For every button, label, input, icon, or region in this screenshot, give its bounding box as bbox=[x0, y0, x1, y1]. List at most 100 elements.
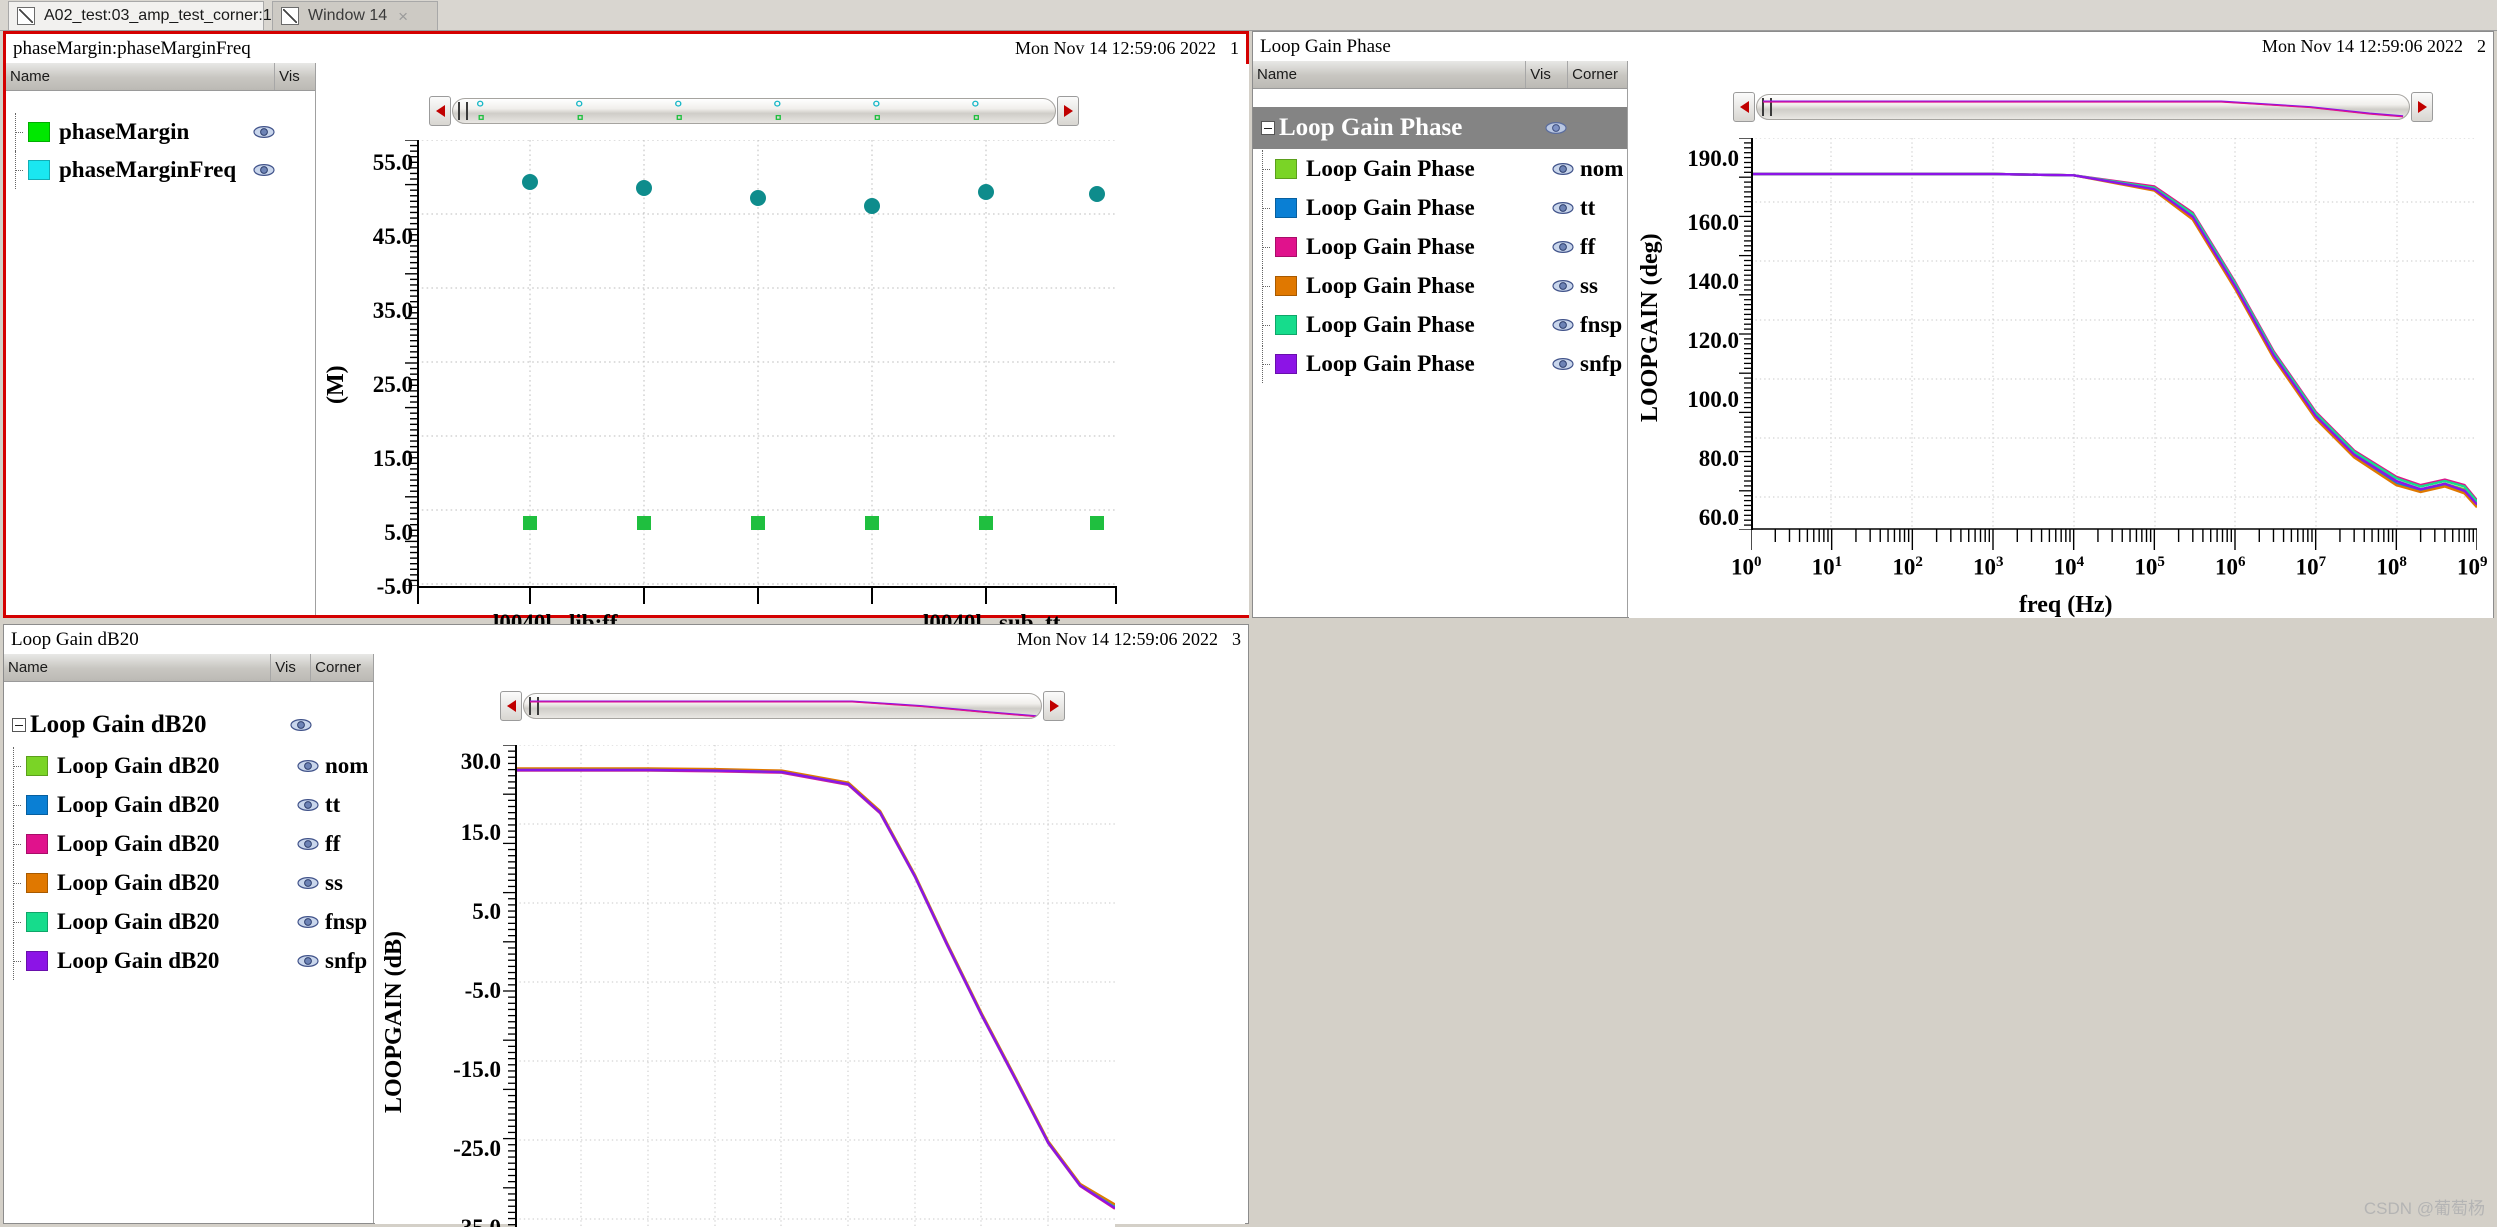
eye-icon[interactable] bbox=[295, 876, 321, 890]
panel-phase-margin[interactable]: phaseMargin:phaseMarginFreq Mon Nov 14 1… bbox=[3, 31, 1249, 666]
panel-title-bar: Loop Gain dB20 Mon Nov 14 12:59:06 2022 … bbox=[4, 625, 1248, 654]
color-swatch[interactable] bbox=[26, 950, 48, 971]
column-header-name[interactable]: Name bbox=[6, 63, 276, 90]
series-name: phaseMargin bbox=[59, 119, 190, 144]
column-header-corner[interactable]: Corner bbox=[311, 654, 373, 681]
column-header-corner[interactable]: Corner bbox=[1568, 61, 1627, 88]
eye-icon[interactable] bbox=[295, 759, 321, 773]
legend-row-fnsp[interactable]: Loop Gain dB20 fnsp bbox=[4, 902, 373, 941]
x-tick-label: 106 bbox=[2215, 554, 2246, 580]
tab-label: Window 14 bbox=[308, 7, 388, 24]
color-swatch[interactable] bbox=[1275, 158, 1297, 179]
scroll-track[interactable] bbox=[1756, 94, 2410, 120]
legend-row-snfp[interactable]: Loop Gain dB20 snfp bbox=[4, 941, 373, 980]
scroll-right-button[interactable] bbox=[1043, 691, 1065, 721]
color-swatch[interactable] bbox=[26, 794, 48, 815]
scroll-left-button[interactable] bbox=[1733, 92, 1755, 122]
corner-label: nom bbox=[325, 752, 369, 778]
column-header-vis[interactable]: Vis bbox=[271, 654, 312, 681]
legend-row-tt[interactable]: Loop Gain dB20 tt bbox=[4, 785, 373, 824]
close-icon[interactable]: × bbox=[396, 8, 408, 25]
eye-icon[interactable] bbox=[295, 798, 321, 812]
legend-row-nom[interactable]: Loop Gain Phase nom bbox=[1253, 149, 1627, 188]
legend-row-fnsp[interactable]: Loop Gain Phase fnsp bbox=[1253, 305, 1627, 344]
plot-area-loop-gain-phase[interactable]: 190.0 160.0 140.0 120.0 100.0 80.0 60.0 … bbox=[1629, 62, 2493, 618]
color-swatch[interactable] bbox=[1275, 236, 1297, 257]
panel-timestamp: Mon Nov 14 12:59:06 2022 bbox=[2261, 36, 2463, 56]
legend-panel[interactable]: Name Vis Corner Loop Gain dB20 Loop Gain… bbox=[4, 654, 374, 1223]
eye-icon[interactable] bbox=[1550, 201, 1576, 215]
color-swatch[interactable] bbox=[28, 122, 50, 142]
color-swatch[interactable] bbox=[1275, 353, 1297, 374]
legend-row-snfp[interactable]: Loop Gain Phase snfp bbox=[1253, 344, 1627, 383]
color-swatch[interactable] bbox=[1275, 275, 1297, 296]
x-axis-ticks bbox=[1751, 528, 2477, 550]
eye-icon[interactable] bbox=[1550, 318, 1576, 332]
legend-row-nom[interactable]: Loop Gain dB20 nom bbox=[4, 746, 373, 785]
legend-row-ss[interactable]: Loop Gain dB20 ss bbox=[4, 863, 373, 902]
scroll-track[interactable] bbox=[523, 693, 1042, 719]
eye-icon[interactable] bbox=[295, 915, 321, 929]
left-arrow-icon bbox=[1739, 101, 1749, 113]
horizontal-scrollbar[interactable] bbox=[500, 691, 1065, 721]
plot-area-loop-gain-db20[interactable]: 30.0 15.0 5.0 -5.0 -15.0 -25.0 -35.0 LOO… bbox=[375, 655, 1245, 1227]
scroll-left-button[interactable] bbox=[429, 96, 451, 126]
legend-panel[interactable]: Name Vis phaseMargin phaseMarginFreq bbox=[6, 63, 316, 615]
scroll-left-button[interactable] bbox=[500, 691, 522, 721]
color-swatch[interactable] bbox=[1275, 314, 1297, 335]
panel-timestamp: Mon Nov 14 12:59:06 2022 bbox=[1016, 629, 1218, 649]
horizontal-scrollbar[interactable] bbox=[1733, 92, 2433, 122]
eye-icon[interactable] bbox=[288, 718, 314, 732]
legend-group-row[interactable]: Loop Gain Phase bbox=[1253, 107, 1627, 149]
color-swatch[interactable] bbox=[26, 872, 48, 893]
x-tick-label: 104 bbox=[2053, 554, 2085, 580]
eye-icon[interactable] bbox=[1550, 357, 1576, 371]
column-header-vis[interactable]: Vis bbox=[275, 63, 315, 90]
plot-area-phase-margin[interactable]: 55.0 45.0 35.0 25.0 15.0 5.0 -5.0 (M) l0… bbox=[317, 64, 1249, 666]
color-swatch[interactable] bbox=[26, 911, 48, 932]
eye-icon[interactable] bbox=[1550, 279, 1576, 293]
panel-number: 1 bbox=[1230, 38, 1239, 58]
scroll-thumbnail-markers bbox=[476, 100, 979, 120]
legend-header: Name Vis Corner bbox=[1253, 61, 1627, 89]
eye-icon[interactable] bbox=[1550, 162, 1576, 176]
eye-icon[interactable] bbox=[1550, 240, 1576, 254]
scroll-right-button[interactable] bbox=[2411, 92, 2433, 122]
color-swatch[interactable] bbox=[1275, 197, 1297, 218]
column-header-vis[interactable]: Vis bbox=[1526, 61, 1569, 88]
legend-row-ff[interactable]: Loop Gain Phase ff bbox=[1253, 227, 1627, 266]
panel-loop-gain-db20[interactable]: Loop Gain dB20 Mon Nov 14 12:59:06 2022 … bbox=[3, 624, 1249, 1227]
color-swatch[interactable] bbox=[26, 755, 48, 776]
legend-row-ss[interactable]: Loop Gain Phase ss bbox=[1253, 266, 1627, 305]
legend-row-phase-margin[interactable]: phaseMargin bbox=[6, 113, 315, 151]
series-name: Loop Gain dB20 bbox=[57, 830, 220, 856]
y-axis-title: LOOPGAIN (deg) bbox=[1637, 233, 1663, 422]
scroll-track[interactable] bbox=[452, 98, 1056, 124]
eye-icon[interactable] bbox=[1543, 121, 1569, 135]
legend-panel[interactable]: Name Vis Corner Loop Gain Phase Loop Gai… bbox=[1253, 61, 1628, 617]
tab-a02-test[interactable]: A02_test:03_amp_test_corner:1 × bbox=[8, 1, 293, 30]
tab-window-14[interactable]: Window 14 × bbox=[272, 1, 438, 30]
color-swatch[interactable] bbox=[26, 833, 48, 854]
panel-loop-gain-phase[interactable]: Loop Gain Phase Mon Nov 14 12:59:06 2022… bbox=[1252, 31, 2494, 618]
group-name: Loop Gain dB20 bbox=[30, 711, 207, 738]
color-swatch[interactable] bbox=[28, 160, 50, 180]
column-header-name[interactable]: Name bbox=[4, 654, 272, 681]
legend-row-phase-margin-freq[interactable]: phaseMarginFreq bbox=[6, 151, 315, 189]
collapse-expander-icon[interactable] bbox=[12, 718, 26, 732]
corner-label: nom bbox=[1580, 155, 1624, 181]
legend-row-ff[interactable]: Loop Gain dB20 ff bbox=[4, 824, 373, 863]
eye-icon[interactable] bbox=[295, 837, 321, 851]
tree-connector-icon bbox=[1253, 305, 1275, 344]
horizontal-scrollbar[interactable] bbox=[429, 96, 1079, 126]
right-arrow-icon bbox=[1049, 700, 1059, 712]
eye-icon[interactable] bbox=[251, 163, 277, 177]
eye-icon[interactable] bbox=[295, 954, 321, 968]
eye-icon[interactable] bbox=[251, 125, 277, 139]
collapse-expander-icon[interactable] bbox=[1261, 121, 1275, 135]
legend-row-tt[interactable]: Loop Gain Phase tt bbox=[1253, 188, 1627, 227]
scroll-right-button[interactable] bbox=[1057, 96, 1079, 126]
legend-group-row[interactable]: Loop Gain dB20 bbox=[4, 704, 373, 746]
column-header-name[interactable]: Name bbox=[1253, 61, 1527, 88]
series-name: phaseMarginFreq bbox=[59, 157, 237, 182]
